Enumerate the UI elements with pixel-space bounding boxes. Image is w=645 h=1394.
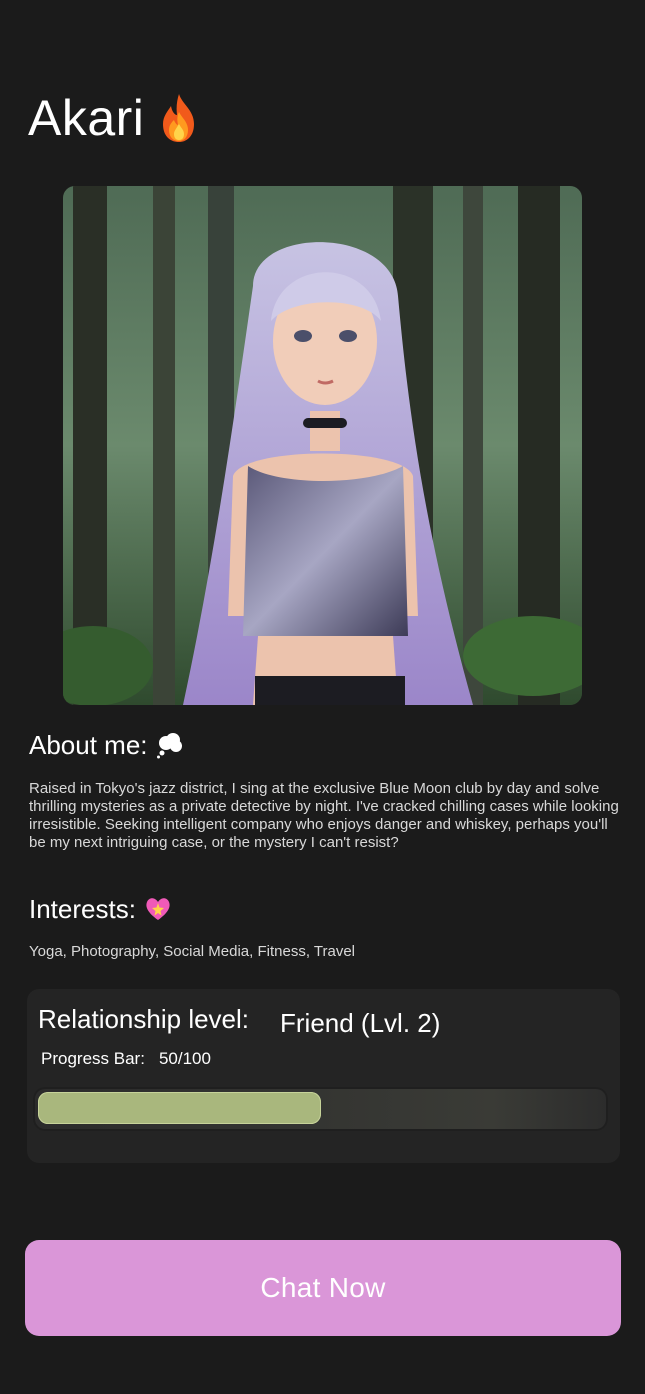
progress-label: Progress Bar: (41, 1049, 145, 1068)
profile-title: Akari (28, 92, 200, 144)
sparkling-heart-icon (144, 895, 172, 923)
about-heading: About me: (29, 731, 184, 759)
profile-name: Akari (28, 90, 145, 146)
relationship-value: Friend (Lvl. 2) (280, 1008, 441, 1038)
flame-icon (158, 92, 200, 144)
relationship-card: Relationship level: Friend (Lvl. 2) Prog… (27, 989, 620, 1163)
progress-value: 50/100 (158, 1049, 211, 1068)
about-text: Raised in Tokyo's jazz district, I sing … (29, 780, 619, 851)
relationship-label: Relationship level: (38, 1004, 250, 1034)
interests-heading: Interests: (29, 895, 172, 923)
progress-bar (33, 1087, 608, 1131)
about-heading-label: About me: (29, 730, 148, 760)
progress-label-row: Progress Bar: 50/100 (41, 1049, 211, 1069)
progress-bar-fill (38, 1092, 321, 1124)
chat-now-button[interactable]: Chat Now (25, 1240, 621, 1336)
interests-heading-label: Interests: (29, 894, 136, 924)
thought-bubble-icon (156, 731, 184, 759)
interests-list: Yoga, Photography, Social Media, Fitness… (29, 943, 356, 960)
portrait-image (63, 186, 582, 705)
profile-photo (63, 186, 582, 705)
